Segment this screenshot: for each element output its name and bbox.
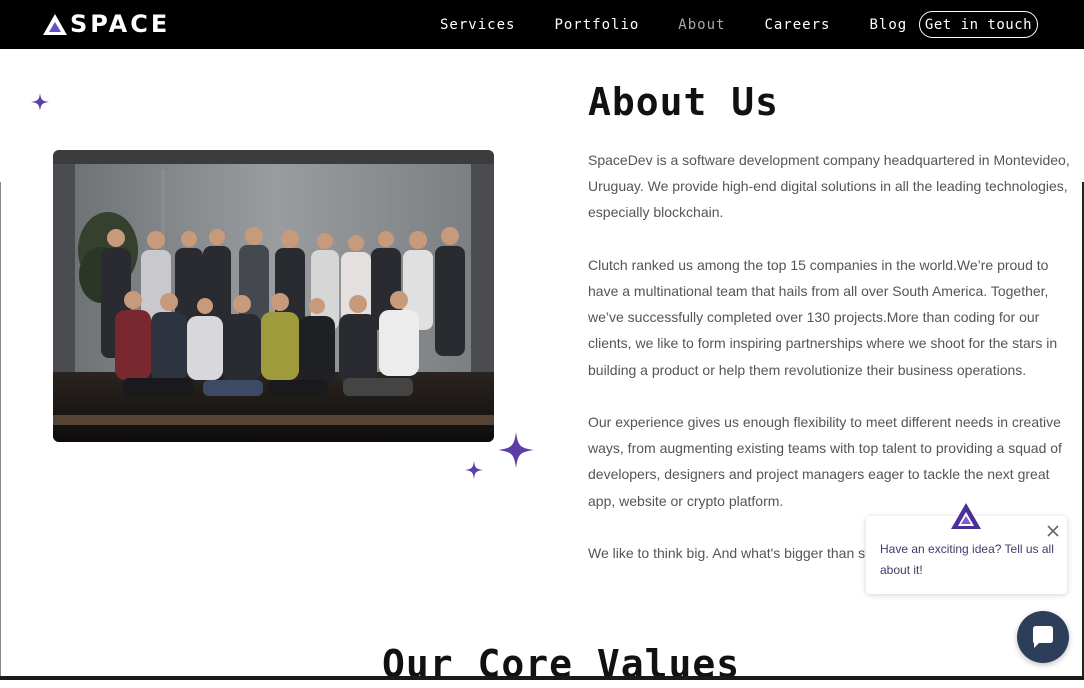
sparkle-star-icon: [31, 93, 49, 111]
about-paragraph: SpaceDev is a software development compa…: [588, 152, 1070, 221]
triangle-logo-icon: [43, 13, 67, 35]
nav-link-about[interactable]: About: [678, 17, 725, 33]
sparkle-star-icon: [498, 432, 534, 468]
nav-link-portfolio[interactable]: Portfolio: [554, 17, 639, 33]
frame-bottom-line: [0, 676, 1084, 680]
brand-logo[interactable]: SPACE: [42, 12, 170, 36]
nav-link-services[interactable]: Services: [440, 17, 515, 33]
close-icon[interactable]: [1045, 523, 1061, 539]
chat-message: Have an exciting idea? Tell us all about…: [880, 542, 1054, 577]
team-photo: [53, 150, 494, 442]
nav-links: Services Portfolio About Careers Blog: [440, 0, 946, 49]
chat-bubble-icon: [1033, 626, 1053, 648]
nav-link-careers[interactable]: Careers: [764, 17, 830, 33]
about-title: About Us: [588, 80, 780, 124]
nav-link-blog[interactable]: Blog: [869, 17, 907, 33]
chat-launcher-button[interactable]: [1017, 611, 1069, 663]
sparkle-star-icon: [465, 461, 483, 479]
core-values-title: Our Core Values: [382, 642, 741, 686]
get-in-touch-button[interactable]: Get in touch: [919, 11, 1038, 38]
about-paragraph: Clutch ranked us among the top 15 compan…: [588, 256, 1058, 378]
about-paragraph: Our experience gives us enough flexibili…: [588, 414, 1062, 509]
frame-left-line: [0, 182, 1, 680]
top-nav: SPACE Services Portfolio About Careers B…: [0, 0, 1084, 49]
triangle-logo-icon: [951, 503, 981, 529]
logo-text: SPACE: [70, 10, 171, 38]
